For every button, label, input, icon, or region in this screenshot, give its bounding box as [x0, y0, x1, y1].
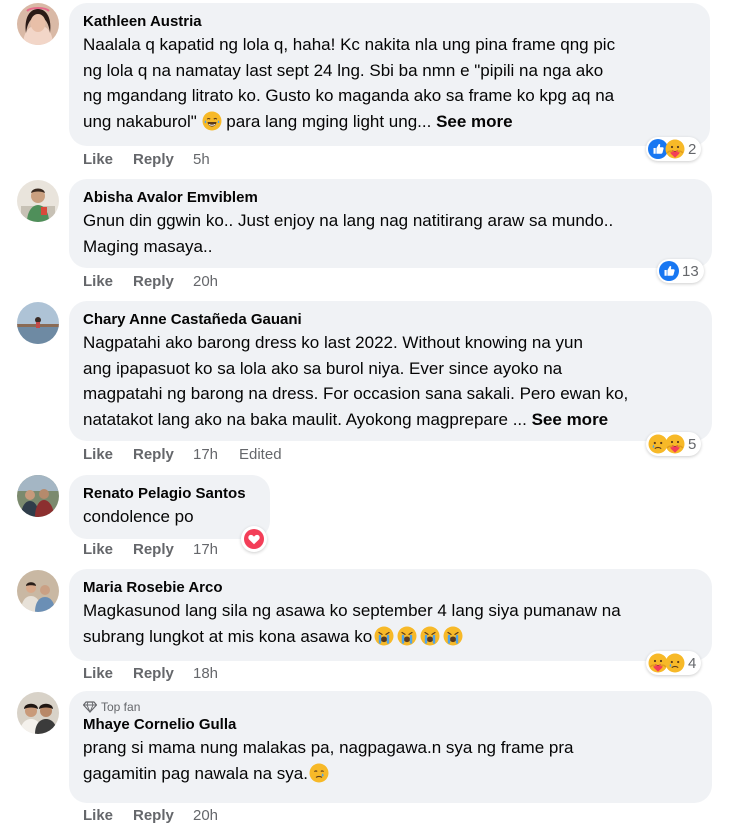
like-button[interactable]: Like — [83, 273, 133, 290]
reactions-summary[interactable]: 13 — [657, 259, 704, 283]
comment-text-line: subrang lungkot at mis kona asawa ko — [83, 624, 698, 650]
comment-text-line: Gnun din ggwin ko.. Just enjoy na lang n… — [83, 211, 614, 230]
comment-text-line: ng lola q na namatay last sept 24 lng. S… — [83, 60, 604, 80]
love-reaction-icon — [244, 529, 264, 549]
commenter-name[interactable]: Chary Anne Castañeda Gauani — [83, 310, 698, 330]
reply-button[interactable]: Reply — [133, 151, 193, 168]
comment-text-line: ng mgandang litrato ko. Gusto ko maganda… — [83, 86, 615, 106]
comment-text-fragment: subrang lungkot at mis kona asawa ko — [83, 626, 373, 646]
top-fan-label: Top fan — [101, 700, 141, 714]
avatar[interactable] — [17, 180, 59, 222]
sad-reaction-icon — [665, 653, 685, 673]
like-button[interactable]: Like — [83, 151, 133, 168]
comment-timestamp[interactable]: 5h — [193, 151, 237, 168]
commenter-name[interactable]: Kathleen Austria — [83, 12, 696, 32]
sad-tear-emoji-icon — [309, 763, 329, 783]
comment-bubble: Abisha Avalor Emviblem Gnun din ggwin ko… — [69, 179, 712, 268]
comment-timestamp[interactable]: 17h — [193, 446, 239, 463]
reaction-count: 4 — [688, 654, 697, 672]
commenter-name[interactable]: Mhaye Cornelio Gulla — [83, 715, 698, 735]
comment-bubble: Renato Pelagio Santos condolence po — [69, 475, 270, 539]
commenter-name[interactable]: Renato Pelagio Santos — [83, 484, 256, 504]
reactions-summary[interactable]: 2 — [646, 137, 702, 161]
comment-text-fragment: ung nakaburol" — [83, 111, 197, 131]
avatar[interactable] — [17, 692, 59, 734]
comment-text-fragment: para lang mging light ung... — [221, 111, 437, 131]
care-reaction-icon — [665, 434, 685, 454]
comment-bubble: Maria Rosebie Arco Magkasunod lang sila … — [69, 569, 712, 661]
comment-text-line: Naalala q kapatid ng lola q, haha! Kc na… — [83, 35, 616, 54]
comment-text-fragment: natatakot lang ako na baka maulit. Ayoko… — [83, 409, 532, 429]
comment-timestamp[interactable]: 20h — [193, 807, 237, 824]
reply-button[interactable]: Reply — [133, 273, 193, 290]
comment-actions: Like Reply 17h Edited — [83, 446, 282, 463]
comment-text-line: natatakot lang ako na baka maulit. Ayoko… — [83, 407, 698, 433]
comment-text-line: magpatahi ng barong na dress. For occasi… — [83, 384, 629, 404]
reply-button[interactable]: Reply — [133, 807, 193, 824]
comment-actions: Like Reply 18h — [83, 665, 237, 682]
avatar[interactable] — [17, 302, 59, 344]
joy-tears-emoji-icon — [202, 111, 222, 131]
like-reaction-icon — [659, 261, 679, 281]
like-button[interactable]: Like — [83, 446, 133, 463]
comment-bubble: Top fan Mhaye Cornelio Gulla prang si ma… — [69, 691, 712, 803]
comment-text-line: prang si mama nung malakas pa, nagpagawa… — [83, 738, 574, 757]
crying-emoji-icon — [397, 626, 417, 646]
diamond-icon — [83, 701, 97, 713]
comment-bubble: Chary Anne Castañeda Gauani Nagpatahi ak… — [69, 301, 712, 441]
comment-timestamp[interactable]: 17h — [193, 541, 237, 558]
crying-emoji-icon — [420, 626, 440, 646]
reply-button[interactable]: Reply — [133, 446, 193, 463]
comment-text-line: Magkasunod lang sila ng asawa ko septemb… — [83, 601, 621, 620]
reply-button[interactable]: Reply — [133, 541, 193, 558]
avatar[interactable] — [17, 475, 59, 517]
crying-emoji-icon — [374, 626, 394, 646]
comment-actions: Like Reply 5h — [83, 151, 237, 168]
reactions-summary[interactable] — [241, 526, 267, 552]
reply-button[interactable]: Reply — [133, 665, 193, 682]
edited-label[interactable]: Edited — [239, 446, 282, 463]
reaction-count: 13 — [682, 262, 699, 280]
comment-text-line: Nagpatahi ako barong dress ko last 2022.… — [83, 333, 583, 352]
like-button[interactable]: Like — [83, 665, 133, 682]
crying-emoji-icon — [443, 626, 463, 646]
reactions-summary[interactable]: 4 — [646, 651, 702, 675]
commenter-name[interactable]: Abisha Avalor Emviblem — [83, 188, 698, 208]
avatar[interactable] — [17, 570, 59, 612]
like-button[interactable]: Like — [83, 807, 133, 824]
avatar[interactable] — [17, 3, 59, 45]
commenter-name[interactable]: Maria Rosebie Arco — [83, 578, 698, 598]
comment-timestamp[interactable]: 18h — [193, 665, 237, 682]
comment-timestamp[interactable]: 20h — [193, 273, 237, 290]
comment-actions: Like Reply 20h — [83, 273, 237, 290]
comment-text-fragment: gagamitin pag nawala na sya. — [83, 763, 308, 783]
comment-actions: Like Reply 20h — [83, 807, 237, 824]
comment-text-line: ung nakaburol" para lang mging light ung… — [83, 109, 696, 135]
comment-text-line: condolence po — [83, 507, 194, 526]
comment-text-line: ang ipapasuot ko sa lola ako sa burol ni… — [83, 358, 563, 378]
like-button[interactable]: Like — [83, 541, 133, 558]
reaction-count: 5 — [688, 435, 697, 453]
top-fan-badge: Top fan — [83, 699, 698, 715]
see-more-link[interactable]: See more — [532, 410, 609, 429]
care-reaction-icon — [665, 139, 685, 159]
reaction-count: 2 — [688, 140, 697, 158]
comment-text-line: Maging masaya.. — [83, 236, 213, 256]
see-more-link[interactable]: See more — [436, 112, 513, 131]
comment-text-line: gagamitin pag nawala na sya. — [83, 761, 698, 787]
comment-bubble: Kathleen Austria Naalala q kapatid ng lo… — [69, 3, 710, 146]
comment-actions: Like Reply 17h — [83, 541, 237, 558]
reactions-summary[interactable]: 5 — [646, 432, 702, 456]
